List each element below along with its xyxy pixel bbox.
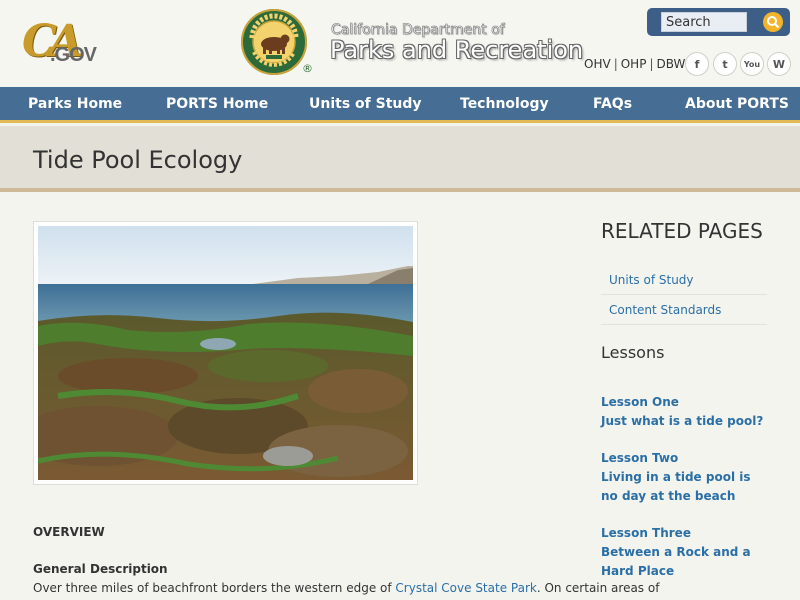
nav-parks-home[interactable]: Parks Home xyxy=(28,96,122,112)
body-text-start: Over three miles of beachfront borders t… xyxy=(33,581,396,595)
search-box xyxy=(647,8,790,36)
lesson-three-label[interactable]: Lesson Three xyxy=(601,524,771,543)
page-title: Tide Pool Ecology xyxy=(33,146,243,174)
ca-gov-logo[interactable]: CA .GOV xyxy=(22,12,102,72)
facebook-glyph: f xyxy=(694,57,700,71)
youtube-icon[interactable]: You xyxy=(740,52,764,76)
nav-ports-home[interactable]: PORTS Home xyxy=(166,96,268,112)
state-parks-seal[interactable] xyxy=(240,8,308,76)
overview-heading: OVERVIEW xyxy=(33,525,105,539)
body-text-end: . On certain areas of xyxy=(536,581,660,595)
lesson-two-title[interactable]: Living in a tide pool is no day at the b… xyxy=(601,468,771,506)
utility-links: OHV | OHP | DBW xyxy=(584,57,685,71)
nav-units-of-study[interactable]: Units of Study xyxy=(309,96,422,112)
twitter-icon[interactable]: t xyxy=(713,52,737,76)
search-icon xyxy=(767,16,780,29)
lesson-three-title[interactable]: Between a Rock and a Hard Place xyxy=(601,543,771,581)
site-header: CA .GOV ® California Department of Parks… xyxy=(0,0,800,87)
main-nav: Parks Home PORTS Home Units of Study Tec… xyxy=(0,87,800,123)
tide-pool-photo xyxy=(38,226,413,480)
wordpress-icon[interactable]: W xyxy=(767,52,791,76)
nav-about-ports[interactable]: About PORTS xyxy=(685,96,789,112)
gov-logo-text: .GOV xyxy=(50,44,97,66)
lessons-heading: Lessons xyxy=(601,343,665,362)
nav-technology[interactable]: Technology xyxy=(460,96,549,112)
search-button[interactable] xyxy=(763,12,783,32)
crystal-cove-link[interactable]: Crystal Cove State Park xyxy=(395,581,536,595)
util-separator: | xyxy=(649,57,654,71)
dept-name-large[interactable]: Parks and Recreation xyxy=(330,36,583,64)
lesson-two-label[interactable]: Lesson Two xyxy=(601,449,771,468)
twitter-glyph: t xyxy=(722,57,728,71)
util-separator: | xyxy=(613,57,618,71)
lesson-one-title[interactable]: Just what is a tide pool? xyxy=(601,412,771,431)
related-link-content-standards[interactable]: Content Standards xyxy=(601,295,767,325)
wordpress-glyph: W xyxy=(772,57,786,71)
link-dbw[interactable]: DBW xyxy=(657,57,686,71)
body-paragraph: Over three miles of beachfront borders t… xyxy=(33,581,659,595)
related-link-units-of-study[interactable]: Units of Study xyxy=(601,265,767,295)
youtube-glyph: You xyxy=(743,59,761,69)
title-band: Tide Pool Ecology xyxy=(0,126,800,192)
general-description-heading: General Description xyxy=(33,562,168,576)
search-input[interactable] xyxy=(661,12,747,32)
hero-image xyxy=(33,221,418,485)
registered-mark: ® xyxy=(302,62,313,75)
related-pages-heading: RELATED PAGES xyxy=(601,219,763,243)
bear-seal-icon xyxy=(241,9,307,75)
facebook-icon[interactable]: f xyxy=(685,52,709,76)
nav-faqs[interactable]: FAQs xyxy=(593,96,632,112)
lesson-one-label[interactable]: Lesson One xyxy=(601,393,771,412)
link-ohv[interactable]: OHV xyxy=(584,57,611,71)
link-ohp[interactable]: OHP xyxy=(621,57,647,71)
